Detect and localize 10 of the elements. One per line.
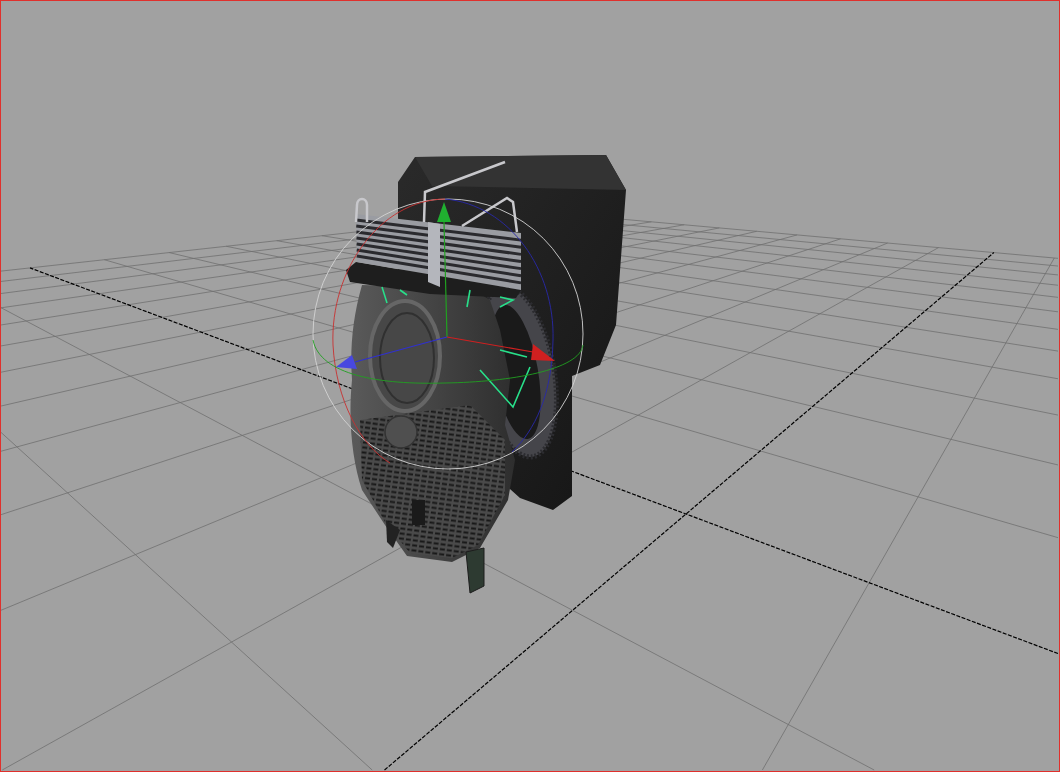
rotation-ring[interactable] [444,198,554,453]
rotation-ring[interactable] [312,339,584,384]
round-knob [384,415,418,449]
wire-loop [354,197,369,223]
support-leg [386,520,400,548]
axis-arrow[interactable] [437,202,451,338]
connector-slot [412,500,425,525]
rotation-ring[interactable] [332,198,446,464]
axis-arrow[interactable] [336,336,448,369]
support-leg [465,547,485,594]
